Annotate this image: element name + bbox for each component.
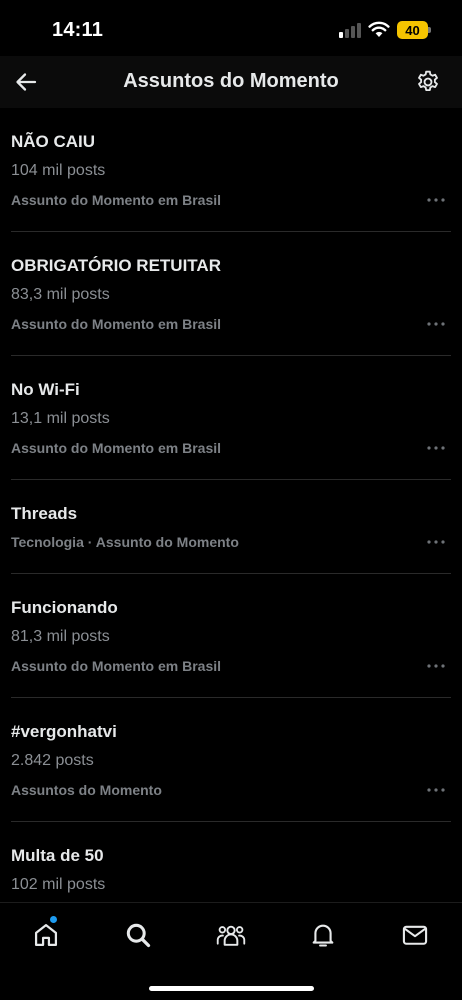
more-options-button[interactable]: [423, 658, 449, 674]
nav-communities[interactable]: [209, 915, 253, 955]
nav-search[interactable]: [116, 915, 160, 955]
trend-item[interactable]: Funcionando 81,3 mil posts Assunto do Mo…: [11, 574, 451, 698]
trend-post-count: 83,3 mil posts: [11, 286, 110, 303]
more-options-button[interactable]: [423, 316, 449, 332]
more-dots-icon: [427, 446, 445, 450]
more-options-button[interactable]: [423, 192, 449, 208]
battery-level: 40: [405, 22, 420, 38]
trend-name: Multa de 50: [11, 846, 104, 865]
trend-name: NÃO CAIU: [11, 132, 96, 151]
notification-dot: [50, 916, 57, 923]
more-dots-icon: [427, 788, 445, 792]
settings-button[interactable]: [410, 64, 446, 100]
more-dots-icon: [427, 540, 445, 544]
trend-context: Assunto do Momento em Brasil: [11, 316, 222, 332]
gear-icon: [418, 70, 438, 92]
more-options-button[interactable]: [423, 782, 449, 798]
communities-icon: [216, 925, 246, 946]
trend-item[interactable]: NÃO CAIU 104 mil posts Assunto do Moment…: [11, 108, 451, 232]
trend-post-count: 104 mil posts: [11, 162, 106, 179]
trend-item[interactable]: Threads Tecnologia · Assunto do Momento: [11, 480, 451, 574]
mail-icon: [402, 925, 428, 945]
more-dots-icon: [427, 198, 445, 202]
trend-context: Tecnologia · Assunto do Momento: [11, 534, 239, 550]
home-icon: [34, 923, 58, 947]
search-icon: [126, 923, 151, 948]
trend-name: OBRIGATÓRIO RETUITAR: [11, 256, 221, 275]
more-options-button[interactable]: [423, 440, 449, 456]
trend-context: Assunto do Momento em Brasil: [11, 658, 222, 674]
trend-context: Assunto do Momento em Brasil: [11, 192, 222, 208]
trend-post-count: 2.842 posts: [11, 752, 94, 769]
trend-name: No Wi-Fi: [11, 380, 80, 399]
nav-messages[interactable]: [393, 915, 437, 955]
trend-name: Threads: [11, 504, 78, 523]
status-time: 14:11: [52, 19, 104, 41]
trend-context: Assunto do Momento em Brasil: [11, 440, 222, 456]
trend-item[interactable]: #vergonhatvi 2.842 posts Assuntos do Mom…: [11, 698, 451, 822]
trend-post-count: 81,3 mil posts: [11, 628, 110, 645]
trend-post-count: 13,1 mil posts: [11, 410, 110, 427]
trend-name: Funcionando: [11, 598, 118, 617]
battery-icon: 40: [397, 21, 431, 39]
status-bar: 14:11 40: [0, 0, 462, 60]
header-bar: Assuntos do Momento: [0, 56, 462, 108]
page-title: Assuntos do Momento: [123, 70, 339, 92]
trend-name: #vergonhatvi: [11, 722, 117, 741]
trend-context: Assuntos do Momento: [11, 782, 162, 798]
nav-home[interactable]: [24, 915, 68, 955]
home-indicator[interactable]: [149, 986, 314, 991]
nav-notifications[interactable]: [301, 915, 345, 955]
trend-item[interactable]: OBRIGATÓRIO RETUITAR 83,3 mil posts Assu…: [11, 232, 451, 356]
cellular-signal-icon: [339, 22, 361, 38]
wifi-icon: [368, 20, 390, 38]
trend-post-count: 102 mil posts: [11, 876, 106, 893]
bottom-nav: [0, 902, 462, 1000]
trends-list: NÃO CAIU 104 mil posts Assunto do Moment…: [0, 108, 462, 946]
trend-item[interactable]: No Wi-Fi 13,1 mil posts Assunto do Momen…: [11, 356, 451, 480]
more-options-button[interactable]: [423, 534, 449, 550]
bell-icon: [312, 924, 334, 947]
more-dots-icon: [427, 664, 445, 668]
more-dots-icon: [427, 322, 445, 326]
